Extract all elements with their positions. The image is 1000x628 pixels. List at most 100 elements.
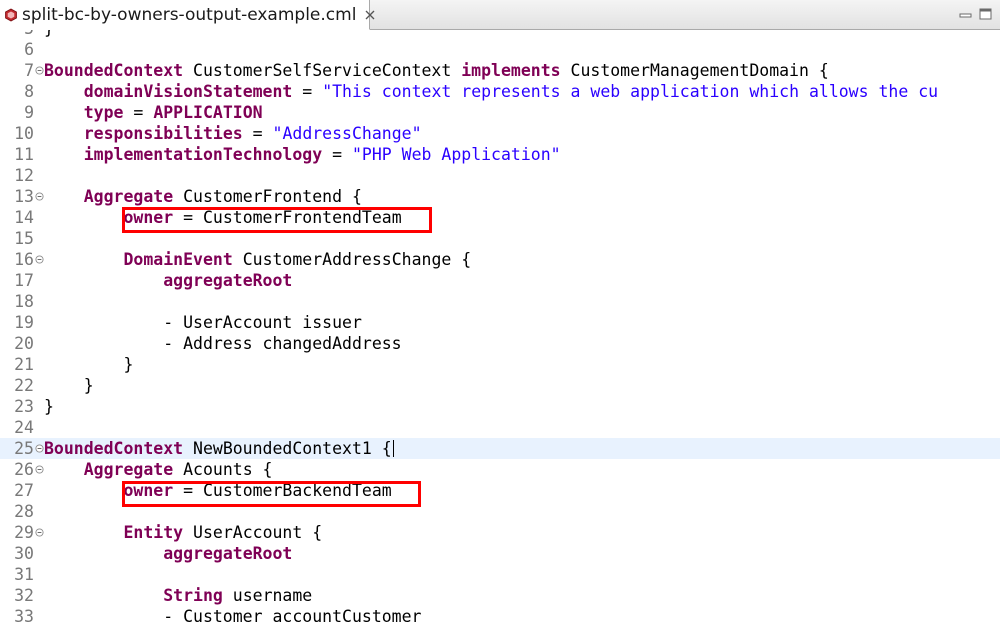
code-line[interactable]: 15 [0,228,1000,249]
code-line[interactable]: 26 Aggregate Acounts { [0,459,1000,480]
code-line[interactable]: 28 [0,501,1000,522]
line-number: 15 [14,229,34,248]
code-lines: 5}67BoundedContext CustomerSelfServiceCo… [0,30,1000,627]
code-token: = [292,82,323,101]
code-line[interactable]: 6 [0,39,1000,60]
code-line[interactable]: 24 [0,417,1000,438]
line-number: 26 [14,460,34,479]
code-token: = CustomerBackendTeam [173,481,392,500]
code-line[interactable]: 14 owner = CustomerFrontendTeam [0,207,1000,228]
tab-title: split-bc-by-owners-output-example.cml [22,4,357,25]
line-number: 12 [14,166,34,185]
keyword-token: aggregateRoot [163,544,293,563]
code-text: owner = CustomerFrontendTeam [44,207,402,228]
code-line[interactable]: 8 domainVisionStatement = "This context … [0,81,1000,102]
fold-toggle-icon[interactable] [35,60,44,81]
code-text: - UserAccount issuer [44,312,362,333]
code-line[interactable]: 27 owner = CustomerBackendTeam [0,480,1000,501]
line-number: 31 [14,565,34,584]
keyword-token: responsibilities [83,124,243,143]
code-line[interactable]: 33 - Customer accountCustomer [0,606,1000,627]
code-line[interactable]: 31 [0,564,1000,585]
code-line[interactable]: 21 } [0,354,1000,375]
code-editor[interactable]: 5}67BoundedContext CustomerSelfServiceCo… [0,30,1000,628]
code-token: CustomerManagementDomain { [560,61,829,80]
code-token: } [44,355,134,374]
code-line[interactable]: 10 responsibilities = "AddressChange" [0,123,1000,144]
string-token: "This context represents a web applicati… [322,82,939,101]
fold-toggle-icon[interactable] [35,438,44,459]
code-token: - UserAccount issuer [44,313,362,332]
code-line[interactable]: 20 - Address changedAddress [0,333,1000,354]
line-number: 30 [14,544,34,563]
code-text: aggregateRoot [44,270,292,291]
code-text: Aggregate Acounts { [44,459,273,480]
keyword-token: implementationTechnology [83,145,323,164]
fold-toggle-icon[interactable] [35,186,44,207]
line-number: 18 [14,292,34,311]
code-token: NewBoundedContext1 { [183,439,392,458]
line-number: 21 [14,355,34,374]
code-token: = CustomerFrontendTeam [173,208,402,227]
code-line[interactable]: 29 Entity UserAccount { [0,522,1000,543]
code-line[interactable]: 7 BoundedContext CustomerSelfServiceConte… [0,60,1000,81]
code-token: } [44,30,54,38]
keyword-token: Aggregate [83,187,174,206]
code-line[interactable]: 5} [0,30,1000,39]
code-text: Entity UserAccount { [44,522,322,543]
line-number: 20 [14,334,34,353]
code-line[interactable]: 17 aggregateRoot [0,270,1000,291]
fold-toggle-icon[interactable] [35,459,44,480]
line-number: 17 [14,271,34,290]
code-token: = [123,103,154,122]
code-line[interactable]: 16 DomainEvent CustomerAddressChange { [0,249,1000,270]
keyword-token: APPLICATION [153,103,263,122]
code-line[interactable]: 25 BoundedContext NewBoundedContext1 { [0,438,1000,459]
code-text: responsibilities = "AddressChange" [44,123,422,144]
code-line[interactable]: 13 Aggregate CustomerFrontend { [0,186,1000,207]
code-token: Acounts { [173,460,273,479]
code-text: - Address changedAddress [44,333,401,354]
code-line[interactable]: 30 aggregateRoot [0,543,1000,564]
string-token: "PHP Web Application" [351,145,561,164]
line-number: 8 [24,82,34,101]
minimize-icon[interactable] [958,6,974,22]
code-line[interactable]: 18 [0,291,1000,312]
fold-toggle-icon[interactable] [35,522,44,543]
editor-tab[interactable]: split-bc-by-owners-output-example.cml [0,0,375,30]
code-line[interactable]: 32 String username [0,585,1000,606]
line-number: 28 [14,502,34,521]
fold-toggle-icon[interactable] [35,249,44,270]
line-number: 5 [0,30,34,39]
close-icon[interactable] [364,9,376,21]
line-number: 11 [14,145,34,164]
code-text: type = APPLICATION [44,102,263,123]
code-line[interactable]: 19 - UserAccount issuer [0,312,1000,333]
code-text: DomainEvent CustomerAddressChange { [44,249,471,270]
keyword-token: domainVisionStatement [83,82,293,101]
code-token: CustomerFrontend { [173,187,362,206]
maximize-icon[interactable] [978,6,994,22]
code-text: Aggregate CustomerFrontend { [44,186,362,207]
code-line[interactable]: 12 [0,165,1000,186]
code-line[interactable]: 11 implementationTechnology = "PHP Web A… [0,144,1000,165]
keyword-token: Entity [123,523,184,542]
keyword-token: BoundedContext [44,439,184,458]
string-token: "AddressChange" [272,124,422,143]
line-number: 14 [14,208,34,227]
line-number: 25 [14,439,34,458]
code-line[interactable]: 22 } [0,375,1000,396]
line-number: 23 [14,397,34,416]
code-line[interactable]: 23} [0,396,1000,417]
line-number: 32 [14,586,34,605]
code-line[interactable]: 9 type = APPLICATION [0,102,1000,123]
